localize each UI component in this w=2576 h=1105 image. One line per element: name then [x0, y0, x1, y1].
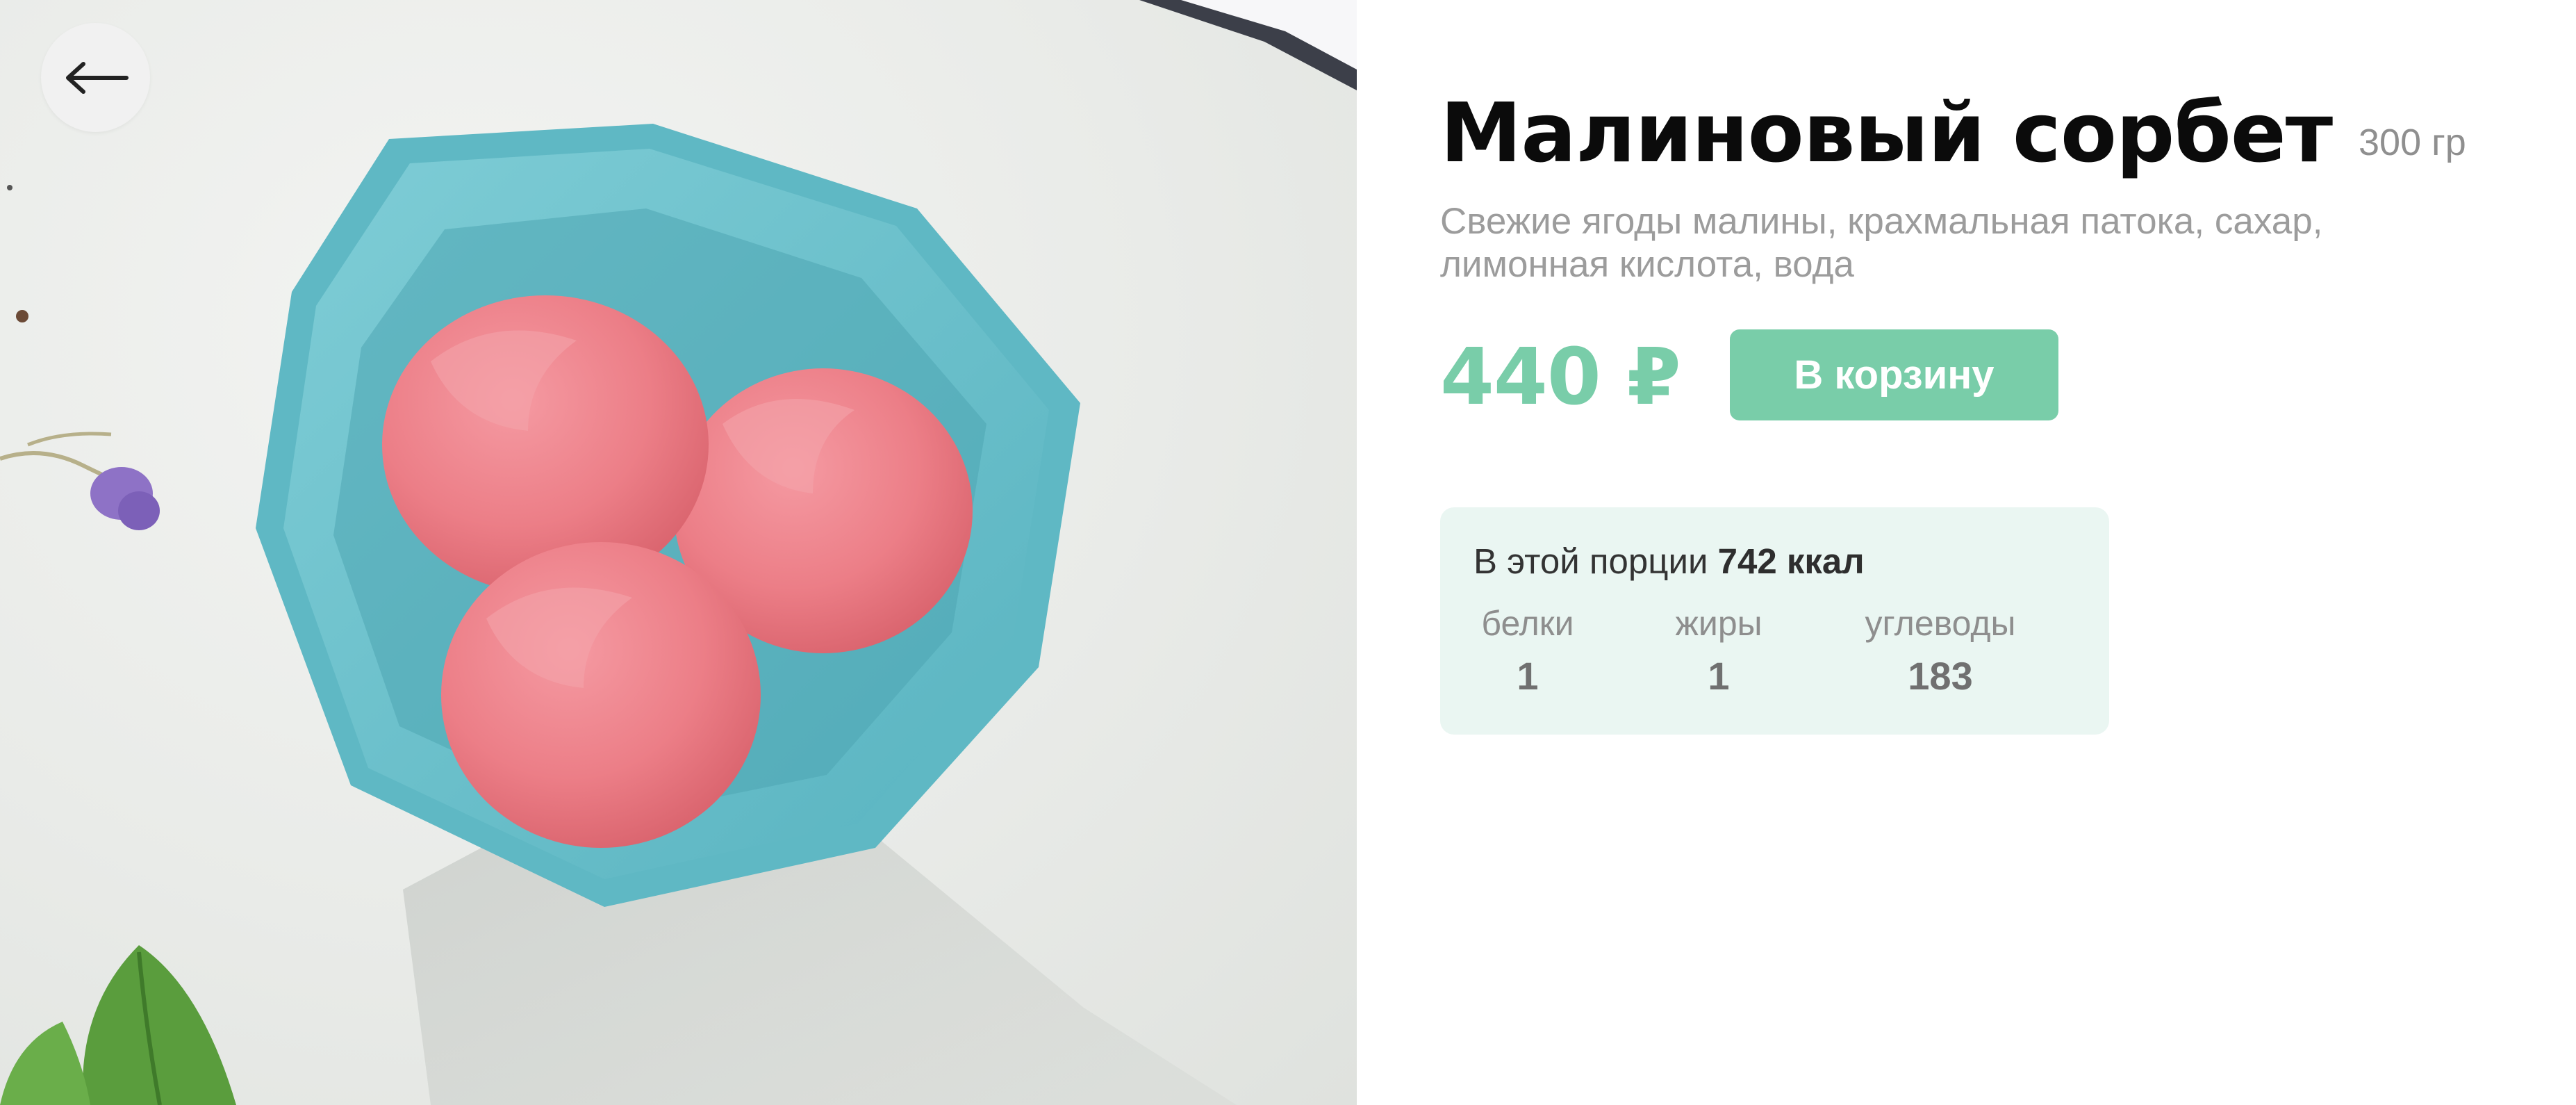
- macro-value: 183: [1908, 654, 1973, 698]
- macro-label: белки: [1481, 604, 1574, 643]
- back-button[interactable]: [41, 23, 150, 132]
- macro-value: 1: [1517, 654, 1539, 698]
- macro-value: 1: [1708, 654, 1730, 698]
- add-to-cart-button[interactable]: В корзину: [1730, 329, 2058, 420]
- macro-carbs: углеводы 183: [1857, 603, 2024, 698]
- arrow-left-icon: [65, 61, 129, 94]
- macro-protein: белки 1: [1472, 603, 1583, 698]
- sorbet-bowl-illustration: [0, 0, 1357, 1105]
- macro-label: жиры: [1675, 604, 1762, 643]
- macro-fat: жиры 1: [1667, 603, 1771, 698]
- product-photo: [0, 0, 1357, 1105]
- calories-prefix: В этой порции: [1473, 541, 1708, 581]
- calories-value: 742 ккал: [1717, 541, 1865, 581]
- product-title: Малиновый сорбет: [1440, 85, 2333, 181]
- product-weight: 300 гр: [2359, 122, 2466, 163]
- calories-line: В этой порции 742 ккал: [1473, 541, 1865, 582]
- macro-label: углеводы: [1865, 604, 2016, 643]
- nutrition-card: В этой порции 742 ккал белки 1 жиры 1 уг…: [1440, 507, 2109, 735]
- product-price: 440 ₽: [1440, 332, 1681, 423]
- product-description: Свежие ягоды малины, крахмальная патока,…: [1440, 201, 2323, 285]
